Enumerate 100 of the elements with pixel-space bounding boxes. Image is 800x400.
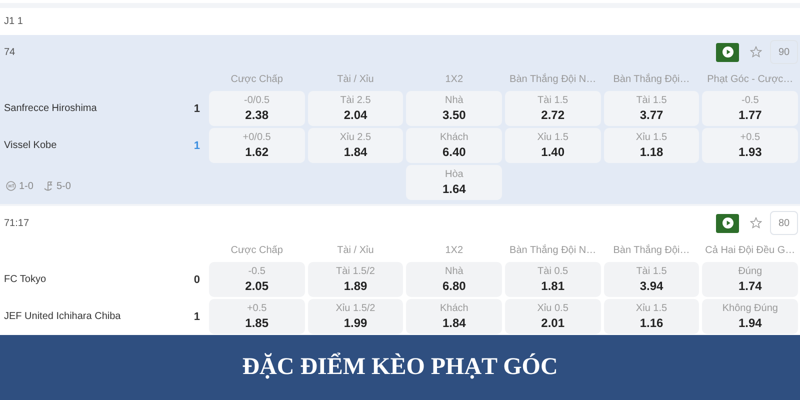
odds-value: 3.94: [640, 279, 664, 293]
odds-label: +0.5: [740, 132, 760, 143]
odds-button[interactable]: Nhà 3.50: [406, 91, 502, 126]
halftime-icon: [6, 181, 16, 191]
market-header: Cược Chấp: [230, 74, 284, 84]
odds-button[interactable]: Xỉu 1.5 1.16: [604, 299, 700, 334]
odds-value: 2.72: [541, 108, 564, 122]
odds-label: Xỉu 0.5: [537, 303, 568, 314]
odds-button[interactable]: -0.5 2.05: [209, 262, 305, 297]
market-header: Bàn Thắng Đội N…: [508, 74, 598, 84]
odds-button[interactable]: Khách 6.40: [406, 128, 502, 163]
odds-label: Xỉu 1.5/2: [336, 303, 376, 314]
team-score: 1: [194, 102, 200, 114]
odds-label: Tài 1.5/2: [336, 266, 375, 277]
star-icon[interactable]: [750, 217, 762, 229]
odds-label: +0.5: [246, 303, 267, 314]
odds-value: 1.84: [344, 145, 368, 159]
odds-value: 3.50: [442, 108, 466, 122]
odds-label: Tài 1.5: [636, 266, 667, 277]
market-header: 1X2: [444, 244, 464, 256]
market-header: Bàn Thắng Đội…: [612, 74, 691, 84]
odds-value: 1.74: [738, 279, 762, 293]
odds-button[interactable]: Hòa 1.64: [406, 165, 502, 200]
more-markets-button[interactable]: 80: [770, 211, 798, 235]
odds-button[interactable]: Tài 1.5 2.72: [504, 91, 601, 126]
odds-label: -0.5: [248, 266, 266, 277]
odds-value: 1.84: [442, 316, 466, 330]
odds-button[interactable]: Tài 0.5 1.81: [504, 262, 601, 297]
odds-button[interactable]: -0/0.5 2.38: [209, 91, 305, 126]
odds-label: Tài 1.5: [636, 95, 667, 106]
odds-value: 2.05: [245, 279, 268, 293]
odds-button[interactable]: Xỉu 2.5 1.84: [308, 128, 404, 163]
odds-label: -0/0.5: [244, 95, 270, 106]
market-header: Phạt Góc - Cược…: [706, 74, 794, 84]
odds-button[interactable]: Xỉu 1.5 1.40: [504, 128, 601, 163]
odds-button[interactable]: +0.5 1.93: [702, 128, 798, 163]
odds-button[interactable]: Tài 1.5 3.77: [604, 91, 700, 126]
odds-label: Hòa: [444, 169, 464, 180]
team-score: 0: [194, 274, 200, 286]
odds-label: Tài 2.5: [340, 95, 371, 106]
odds-value: 1.40: [541, 145, 564, 159]
odds-label: Khách: [440, 303, 468, 314]
odds-value: 6.80: [442, 279, 466, 293]
market-header: Cả Hai Đội Đều G…: [704, 244, 796, 256]
odds-label: Khách: [440, 132, 468, 143]
odds-button[interactable]: Đúng 1.74: [702, 262, 798, 297]
live-stream-button[interactable]: [716, 42, 739, 62]
league-title[interactable]: J1 1: [4, 16, 23, 27]
odds-label: +0/0.5: [242, 132, 271, 143]
play-icon: [722, 46, 734, 58]
odds-label: Tài 1.5: [538, 95, 568, 106]
market-header: Cược Chấp: [230, 244, 284, 256]
odds-button[interactable]: Tài 1.5 3.94: [604, 262, 700, 297]
live-stream-button[interactable]: [716, 214, 739, 232]
odds-button[interactable]: Tài 1.5/2 1.89: [308, 262, 404, 297]
stat-score: 5-0: [56, 180, 71, 192]
odds-button[interactable]: Xỉu 0.5 2.01: [504, 299, 601, 334]
team-name: Vissel Kobe: [4, 140, 57, 151]
odds-button[interactable]: Xỉu 1.5 1.18: [604, 128, 700, 163]
odds-value: 3.77: [640, 108, 664, 122]
odds-value: 2.04: [344, 108, 368, 122]
odds-value: 1.94: [738, 316, 762, 330]
odds-button[interactable]: Nhà 6.80: [406, 262, 502, 297]
odds-value: 1.62: [245, 145, 268, 159]
odds-button[interactable]: Xỉu 1.5/2 1.99: [308, 299, 404, 334]
odds-label: Xỉu 2.5: [340, 132, 372, 143]
stat-score: 1-0: [19, 180, 34, 192]
odds-value: 2.38: [245, 108, 268, 122]
market-header: Tài / Xỉu: [336, 244, 375, 256]
odds-label: -0.5: [742, 95, 759, 106]
odds-value: 1.81: [541, 279, 564, 293]
odds-value: 1.93: [738, 145, 762, 159]
odds-label: Xỉu 1.5: [636, 132, 668, 143]
team-name: Sanfrecce Hiroshima: [4, 103, 97, 114]
odds-button[interactable]: Không Đúng 1.94: [702, 299, 798, 334]
team-name: FC Tokyo: [4, 274, 46, 285]
play-icon: [722, 217, 734, 229]
odds-button[interactable]: +0/0.5 1.62: [209, 128, 305, 163]
odds-value: 1.89: [344, 279, 368, 293]
odds-label: Nhà: [444, 95, 464, 106]
market-header: Bàn Thắng Đội N…: [508, 244, 598, 256]
market-header: 1X2: [444, 74, 464, 84]
star-icon[interactable]: [750, 46, 762, 58]
odds-button[interactable]: +0.5 1.85: [209, 299, 305, 334]
odds-value: 1.99: [344, 316, 368, 330]
odds-button[interactable]: Khách 1.84: [406, 299, 502, 334]
odds-value: 2.01: [541, 316, 564, 330]
match-time: 74: [4, 46, 16, 58]
odds-label: Đúng: [738, 266, 762, 277]
odds-button[interactable]: Tài 2.5 2.04: [308, 91, 404, 126]
odds-label: Tài 0.5: [538, 266, 568, 277]
market-header: Tài / Xỉu: [336, 74, 375, 84]
odds-value: 1.85: [245, 316, 268, 330]
corner-flag-icon: [43, 180, 54, 192]
match-time: 71:17: [4, 218, 30, 228]
odds-value: 1.77: [738, 108, 762, 122]
odds-button[interactable]: -0.5 1.77: [702, 91, 798, 126]
odds-value: 1.18: [640, 145, 664, 159]
odds-label: Xỉu 1.5: [636, 303, 668, 314]
odds-label: Không Đúng: [722, 303, 778, 314]
